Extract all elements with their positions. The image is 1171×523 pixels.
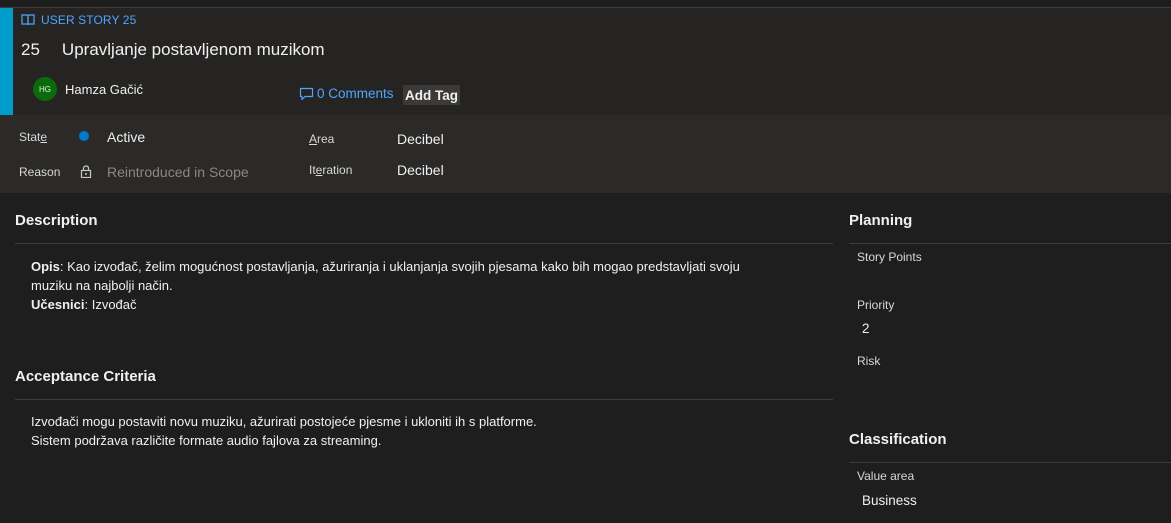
value-area-field[interactable]: Business	[862, 493, 917, 508]
state-label: State	[19, 130, 48, 144]
reason-label: Reason	[19, 165, 61, 179]
risk-field[interactable]	[857, 372, 1157, 394]
story-points-label: Story Points	[857, 250, 922, 264]
work-item-type: USER STORY 25	[21, 13, 136, 27]
description-opis-line-cont: muziku na najbolji način.	[31, 278, 173, 293]
work-item-title[interactable]: Upravljanje postavljenom muzikom	[62, 40, 325, 60]
work-item-title-row: 25 Upravljanje postavljenom muzikom	[21, 40, 325, 60]
risk-label: Risk	[857, 354, 881, 368]
description-opis-line: Opis: Kao izvođač, želim mogućnost posta…	[31, 259, 740, 274]
work-item-id: 25	[21, 40, 40, 59]
assignee-name: Hamza Gačić	[65, 81, 144, 97]
reason-value: Reintroduced in Scope	[107, 164, 249, 180]
acceptance-divider	[15, 399, 833, 400]
comments-count-label: 0 Comments	[317, 86, 394, 101]
avatar: HG	[33, 77, 57, 101]
state-dot-icon	[79, 131, 89, 141]
comment-icon	[299, 87, 314, 100]
description-editor[interactable]: Opis: Kao izvođač, želim mogućnost posta…	[31, 257, 831, 314]
add-tag-button[interactable]: Add Tag	[403, 85, 460, 105]
area-field[interactable]: Decibel	[397, 131, 444, 147]
description-ucesnici-line: Učesnici: Izvođač	[31, 297, 137, 312]
acceptance-criteria-heading: Acceptance Criteria	[15, 368, 156, 385]
planning-divider	[849, 243, 1171, 244]
state-dropdown[interactable]: Active	[107, 129, 145, 145]
work-item-type-color-bar	[0, 8, 13, 115]
description-divider	[15, 243, 833, 244]
acceptance-line-1: Izvođači mogu postaviti novu muziku, ažu…	[31, 414, 537, 429]
comments-link[interactable]: 0 Comments	[299, 86, 394, 101]
acceptance-line-2: Sistem podržava različite formate audio …	[31, 433, 382, 448]
iteration-label: Iteration	[309, 163, 353, 177]
iteration-field[interactable]: Decibel	[397, 162, 444, 178]
lock-icon	[80, 165, 92, 178]
value-area-label: Value area	[857, 469, 915, 483]
assigned-to-field[interactable]: HG Hamza Gačić	[33, 77, 143, 101]
priority-label: Priority	[857, 298, 895, 312]
story-points-input[interactable]	[857, 268, 1157, 290]
classification-heading: Classification	[849, 431, 947, 448]
work-item-fields: State Active Reason Reintroduced in Scop…	[0, 115, 1171, 193]
work-item-type-label: USER STORY 25	[41, 13, 137, 27]
planning-heading: Planning	[849, 212, 913, 229]
classification-divider	[849, 462, 1171, 463]
priority-field[interactable]: 2	[862, 321, 870, 336]
work-item-header: USER STORY 25 25 Upravljanje postavljeno…	[0, 8, 1171, 115]
book-icon	[21, 14, 35, 26]
acceptance-criteria-editor[interactable]: Izvođači mogu postaviti novu muziku, ažu…	[31, 412, 831, 450]
description-heading: Description	[15, 212, 98, 229]
area-label: Area	[309, 132, 335, 146]
